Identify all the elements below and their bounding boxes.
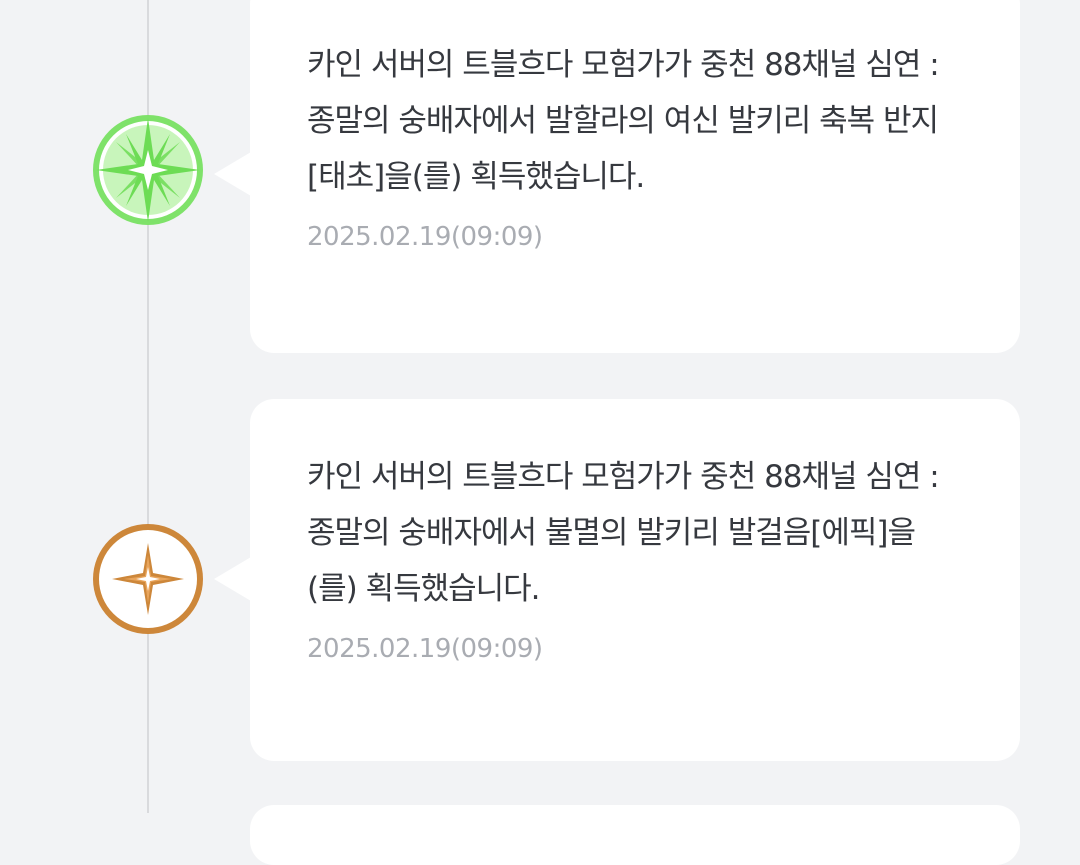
epic-star-icon (93, 524, 203, 634)
taecho-star-icon (93, 115, 203, 225)
item-message: 카인 서버의 트블흐다 모험가가 중천 88채널 심연 : 종말의 숭배자에서 … (307, 47, 940, 195)
card-pointer (214, 152, 251, 196)
item-message: 카인 서버의 트블흐다 모험가가 중천 88채널 심연 : 종말의 숭배자에서 … (307, 459, 940, 607)
feed-item[interactable]: 카인 서버의 트블흐다 모험가가 중천 88채널 심연 : 종말의 숭배자에서 … (214, 399, 1020, 761)
card-pointer (214, 557, 251, 601)
feed-item[interactable] (250, 805, 1020, 865)
item-timestamp: 2025.02.19(09:09) (307, 222, 543, 252)
feed-item[interactable]: 카인 서버의 트블흐다 모험가가 중천 88채널 심연 : 종말의 숭배자에서 … (214, 0, 1020, 353)
item-timestamp: 2025.02.19(09:09) (307, 634, 543, 664)
